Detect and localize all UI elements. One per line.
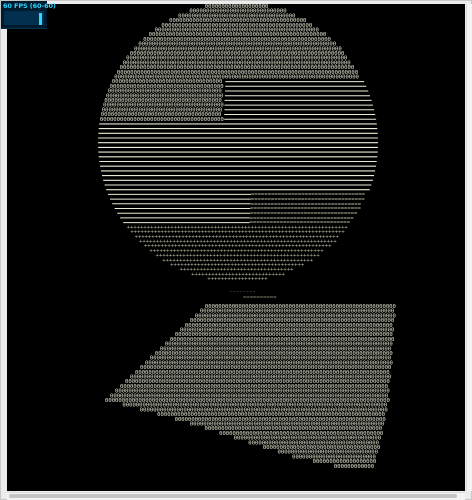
fps-graph [4, 11, 44, 25]
fps-stats-panel[interactable]: 60 FPS (60-60) [1, 1, 56, 29]
fps-graph-bar [39, 13, 42, 25]
shadow-glyphs: --------========== [229, 289, 277, 301]
ascii-scene[interactable]: 0000000000000000000000000000000000000000… [7, 4, 465, 491]
plane-icon: 0000000000000000000000000000000000000000… [105, 304, 396, 470]
horizontal-scrollbar[interactable] [7, 492, 465, 500]
svg-text:==========: ========== [243, 295, 277, 301]
sphere-icon: 0000000000000000000000000000000000000000… [98, 4, 378, 283]
svg-text:000000000000000000000000000000: 0000000000000000000000000000000000000 [100, 117, 224, 123]
horizontal-scroll-thumb[interactable] [9, 494, 457, 498]
vertical-scrollbar[interactable] [466, 4, 472, 491]
fps-readout: 60 FPS (60-60) [3, 2, 56, 10]
ascii-render-canvas[interactable]: 0000000000000000000 000000000000000000000… [7, 4, 465, 491]
browser-window: 0000000000000000000 000000000000000000000… [0, 0, 472, 500]
svg-text:++++++++++++++++++: ++++++++++++++++++ [207, 277, 267, 283]
svg-text:000000000000: 000000000000 [334, 464, 374, 470]
